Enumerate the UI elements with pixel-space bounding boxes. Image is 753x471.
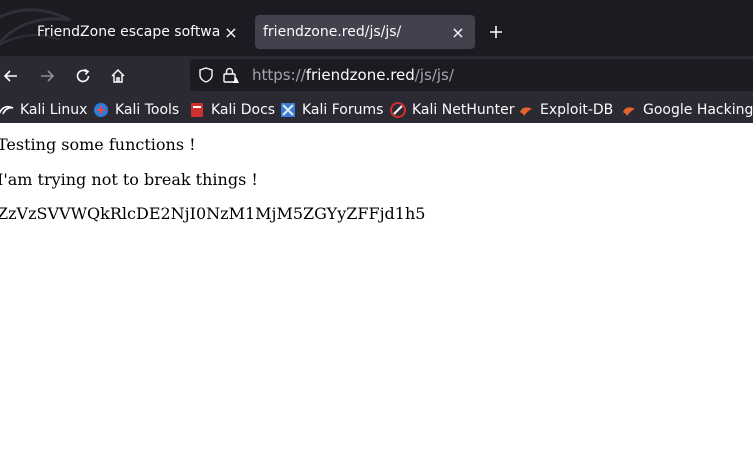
tab-title: FriendZone escape software [37,24,220,40]
url-scheme: https:// [252,66,306,84]
content-line-trying: I'am trying not to break things ! [0,170,258,189]
home-icon [111,68,125,83]
bookmark-kali-linux[interactable]: Kali Linux [0,96,87,123]
bookmark-label: Exploit-DB [540,101,614,118]
content-line-testing: Testing some functions ! [0,135,196,154]
bookmark-google-hacking-db[interactable]: Google Hacking DB [621,96,753,123]
url-text[interactable]: https://friendzone.red/js/js/ [252,66,454,84]
navigation-toolbar: https://friendzone.red/js/js/ [0,56,753,96]
arrow-right-icon [41,70,55,82]
url-host: friendzone.red [305,66,415,84]
kali-forums-icon [281,102,295,117]
exploit-db-icon [520,106,532,116]
bookmark-kali-docs[interactable]: Kali Docs [189,96,275,123]
tab-close-icon[interactable]: × [220,21,242,43]
kali-dragon-icon [0,105,14,114]
tab-strip: FriendZone escape software × friendzone.… [0,0,753,56]
bookmark-label: Kali Docs [211,101,276,118]
bookmark-exploit-db[interactable]: Exploit-DB [518,96,613,123]
bookmark-label: Kali Tools [115,101,180,118]
bookmark-label: Google Hacking DB [643,101,753,118]
bookmark-kali-nethunter[interactable]: Kali NetHunter [390,96,514,123]
bookmark-kali-tools[interactable]: Kali Tools [93,96,179,123]
ghdb-icon [623,106,635,116]
nethunter-icon [390,101,406,118]
address-bar[interactable]: https://friendzone.red/js/js/ [190,59,753,91]
kali-tools-icon [94,102,108,117]
reload-icon [76,68,90,83]
kali-docs-icon [191,102,203,117]
home-button[interactable] [106,64,130,88]
tab-close-icon[interactable]: × [447,21,469,43]
content-line-encoded-string: ZzVzSVVWQkRlcDE2NjI0NzM1MjM5ZGYyZFFjd1h5 [0,204,426,223]
tab-friendzone-js[interactable]: friendzone.red/js/js/ × [255,15,475,49]
bookmark-label: Kali NetHunter [412,101,515,118]
new-tab-button[interactable] [484,20,508,44]
back-button[interactable] [0,64,23,88]
tab-friendzone-escape[interactable]: FriendZone escape software × [22,15,248,49]
plus-icon [490,26,502,38]
tab-title: friendzone.red/js/js/ [263,24,402,40]
forward-button[interactable] [35,64,59,88]
reload-button[interactable] [71,64,95,88]
bookmark-label: Kali Linux [20,101,88,118]
tracking-protection-shield-icon[interactable] [198,67,214,83]
url-path: /js/js/ [414,66,454,84]
lock-warning-icon[interactable] [222,66,240,84]
bookmark-kali-forums[interactable]: Kali Forums [280,96,383,123]
arrow-left-icon [3,70,17,82]
bookmarks-toolbar: Kali Linux Kali Tools Kali Docs Kali For… [0,96,753,123]
page-content: Testing some functions ! I'am trying not… [0,123,753,471]
bookmark-label: Kali Forums [302,101,384,118]
